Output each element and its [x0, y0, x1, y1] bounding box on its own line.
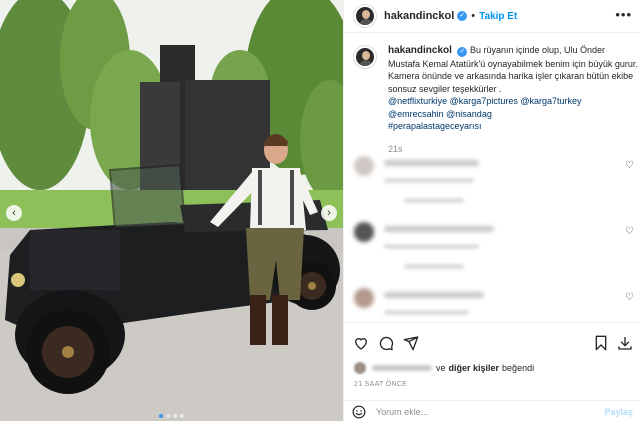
- commenter-avatar[interactable]: [354, 156, 374, 176]
- comment-icon[interactable]: [378, 335, 394, 351]
- list-item: ♡: [354, 222, 636, 269]
- caption-time: 21s: [388, 144, 403, 154]
- blurred-liker-name[interactable]: [372, 365, 432, 371]
- more-icon[interactable]: •••: [615, 8, 632, 21]
- author-avatar[interactable]: [354, 5, 376, 27]
- likes-suffix: beğendi: [502, 363, 535, 373]
- comment-composer: Paylaş: [344, 400, 640, 421]
- carousel-prev-button[interactable]: ‹: [6, 205, 22, 221]
- post-side-panel: hakandinckol ✓ • Takip Et ••• hakandinck…: [343, 0, 640, 421]
- carousel-dot: [173, 414, 177, 418]
- emoji-icon[interactable]: [352, 405, 366, 419]
- carousel-dot: [159, 414, 163, 418]
- post-header: hakandinckol ✓ • Takip Et •••: [344, 0, 640, 33]
- blurred-comment-text: [384, 292, 484, 298]
- comments-feed[interactable]: hakandinckol ✓ Bu rüyanın içinde olup, U…: [344, 34, 640, 322]
- bookmark-icon[interactable]: [593, 335, 609, 351]
- author-username[interactable]: hakandinckol: [384, 10, 454, 22]
- commenter-avatar[interactable]: [354, 222, 374, 242]
- chevron-left-icon: ‹: [12, 206, 16, 219]
- verified-icon: ✓: [457, 47, 468, 57]
- post-modal: ‹ › hakandinckol ✓ • Takip Et ••• hakand…: [0, 0, 640, 421]
- caption-mentions[interactable]: @netflixturkiye @karga7pictures @karga7t…: [388, 96, 582, 119]
- carousel-dot: [166, 414, 170, 418]
- caption-username[interactable]: hakandinckol: [388, 45, 452, 56]
- chevron-right-icon: ›: [327, 206, 331, 219]
- follow-button[interactable]: Takip Et: [479, 11, 517, 22]
- blurred-comment-meta: [384, 310, 469, 315]
- blurred-comment-text: [384, 160, 479, 166]
- caption-avatar[interactable]: [354, 46, 376, 68]
- heart-icon[interactable]: ♡: [625, 160, 634, 171]
- download-icon[interactable]: [617, 335, 633, 351]
- photo-scene: [0, 0, 343, 421]
- heart-icon[interactable]: ♡: [625, 292, 634, 303]
- likes-others-link[interactable]: diğer kişiler: [449, 363, 500, 373]
- commenter-avatar[interactable]: [354, 288, 374, 308]
- post-timestamp: 21 SAAT ÖNCE: [354, 381, 408, 388]
- verified-icon: ✓: [457, 11, 468, 21]
- post-comment-button[interactable]: Paylaş: [604, 407, 633, 417]
- blurred-view-replies[interactable]: [404, 264, 464, 269]
- carousel-next-button[interactable]: ›: [321, 205, 337, 221]
- blurred-view-replies[interactable]: [404, 198, 464, 203]
- carousel-indicator: [0, 414, 343, 418]
- heart-icon[interactable]: [353, 335, 369, 351]
- list-item: ♡: [354, 288, 636, 322]
- blurred-comment-meta: [384, 244, 479, 249]
- comment-input[interactable]: [376, 406, 586, 417]
- likes-connector: ve: [436, 363, 446, 373]
- header-separator: •: [471, 10, 476, 22]
- likes-summary: ve diğer kişiler beğendi: [354, 361, 534, 375]
- blurred-comment-text: [384, 226, 494, 232]
- post-actions: ve diğer kişiler beğendi 21 SAAT ÖNCE Pa…: [344, 322, 640, 421]
- post-photo[interactable]: ‹ ›: [0, 0, 343, 421]
- heart-icon[interactable]: ♡: [625, 226, 634, 237]
- list-item: ♡: [354, 156, 636, 203]
- liker-avatar[interactable]: [354, 362, 366, 374]
- caption-hashtag[interactable]: #perapalastageceyarısı: [388, 121, 482, 131]
- carousel-dot: [180, 414, 184, 418]
- blurred-comment-meta: [384, 178, 474, 183]
- caption-text: hakandinckol ✓ Bu rüyanın içinde olup, U…: [388, 44, 638, 133]
- share-icon[interactable]: [403, 335, 419, 351]
